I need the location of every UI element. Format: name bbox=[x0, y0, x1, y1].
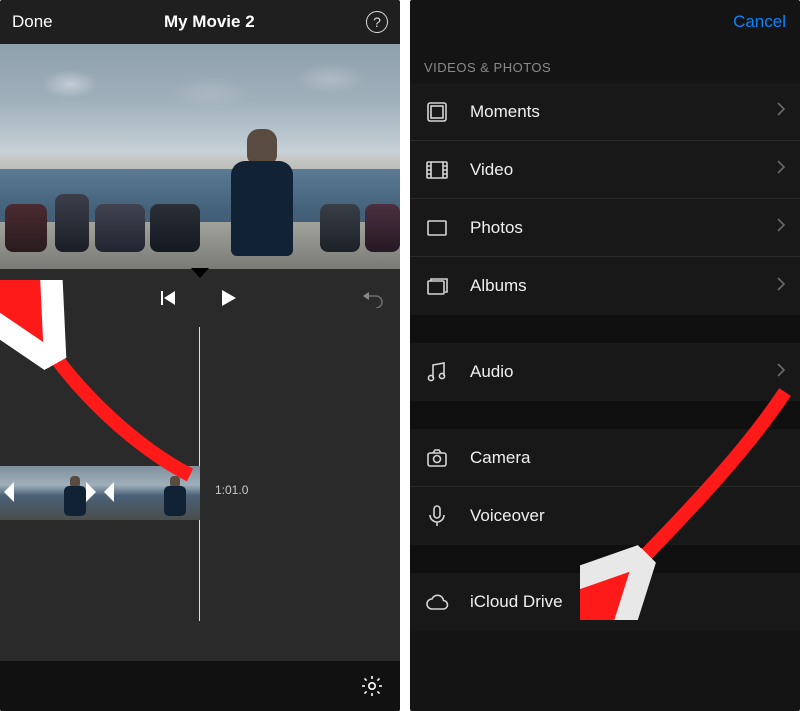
editor-pane: Done My Movie 2 ? bbox=[0, 0, 400, 711]
menu-item-label: Moments bbox=[470, 102, 776, 122]
list-spacer bbox=[410, 315, 800, 343]
add-media-button[interactable] bbox=[14, 288, 34, 308]
cloud-icon bbox=[424, 589, 450, 615]
menu-item-label: Audio bbox=[470, 362, 776, 382]
menu-item-label: Voiceover bbox=[470, 506, 786, 526]
chevron-right-icon bbox=[776, 276, 786, 297]
menu-item-label: Photos bbox=[470, 218, 776, 238]
section-header: VIDEOS & PHOTOS bbox=[410, 44, 800, 83]
audio-icon bbox=[424, 359, 450, 385]
menu-item-voiceover[interactable]: Voiceover bbox=[410, 487, 800, 545]
playhead-notch-icon bbox=[191, 268, 209, 278]
photos-icon bbox=[424, 215, 450, 241]
media-source-list: Moments Video Photos bbox=[410, 83, 800, 631]
menu-item-albums[interactable]: Albums bbox=[410, 257, 800, 315]
timeline-clip[interactable] bbox=[0, 466, 100, 520]
project-title: My Movie 2 bbox=[53, 12, 366, 32]
microphone-icon bbox=[424, 503, 450, 529]
video-icon bbox=[424, 157, 450, 183]
undo-button[interactable] bbox=[362, 288, 386, 308]
clip-track bbox=[0, 463, 200, 523]
editor-header: Done My Movie 2 ? bbox=[0, 0, 400, 44]
menu-item-label: Albums bbox=[470, 276, 776, 296]
menu-item-label: iCloud Drive bbox=[470, 592, 786, 612]
timeline-clip[interactable] bbox=[100, 466, 200, 520]
menu-item-photos[interactable]: Photos bbox=[410, 199, 800, 257]
help-button[interactable]: ? bbox=[366, 11, 388, 33]
done-button[interactable]: Done bbox=[12, 12, 53, 32]
menu-item-label: Camera bbox=[470, 448, 786, 468]
menu-item-moments[interactable]: Moments bbox=[410, 83, 800, 141]
media-header: Cancel bbox=[410, 0, 800, 44]
menu-item-label: Video bbox=[470, 160, 776, 180]
skip-back-button[interactable] bbox=[157, 288, 177, 308]
timeline[interactable]: 1:01.0 bbox=[0, 327, 400, 661]
list-spacer bbox=[410, 401, 800, 429]
list-spacer bbox=[410, 545, 800, 573]
chevron-right-icon bbox=[776, 217, 786, 238]
albums-icon bbox=[424, 273, 450, 299]
camera-icon bbox=[424, 445, 450, 471]
menu-item-icloud-drive[interactable]: iCloud Drive bbox=[410, 573, 800, 631]
chevron-right-icon bbox=[776, 101, 786, 122]
app-split-view: Done My Movie 2 ? bbox=[0, 0, 800, 711]
moments-icon bbox=[424, 99, 450, 125]
settings-button[interactable] bbox=[360, 674, 384, 698]
menu-item-camera[interactable]: Camera bbox=[410, 429, 800, 487]
editor-footer bbox=[0, 661, 400, 711]
media-source-pane: Cancel VIDEOS & PHOTOS Moments Video bbox=[410, 0, 800, 711]
chevron-right-icon bbox=[776, 362, 786, 383]
play-button[interactable] bbox=[217, 287, 239, 309]
video-preview[interactable] bbox=[0, 44, 400, 269]
menu-item-video[interactable]: Video bbox=[410, 141, 800, 199]
timecode-label: 1:01.0 bbox=[215, 483, 248, 497]
cancel-button[interactable]: Cancel bbox=[733, 12, 786, 32]
menu-item-audio[interactable]: Audio bbox=[410, 343, 800, 401]
chevron-right-icon bbox=[776, 159, 786, 180]
